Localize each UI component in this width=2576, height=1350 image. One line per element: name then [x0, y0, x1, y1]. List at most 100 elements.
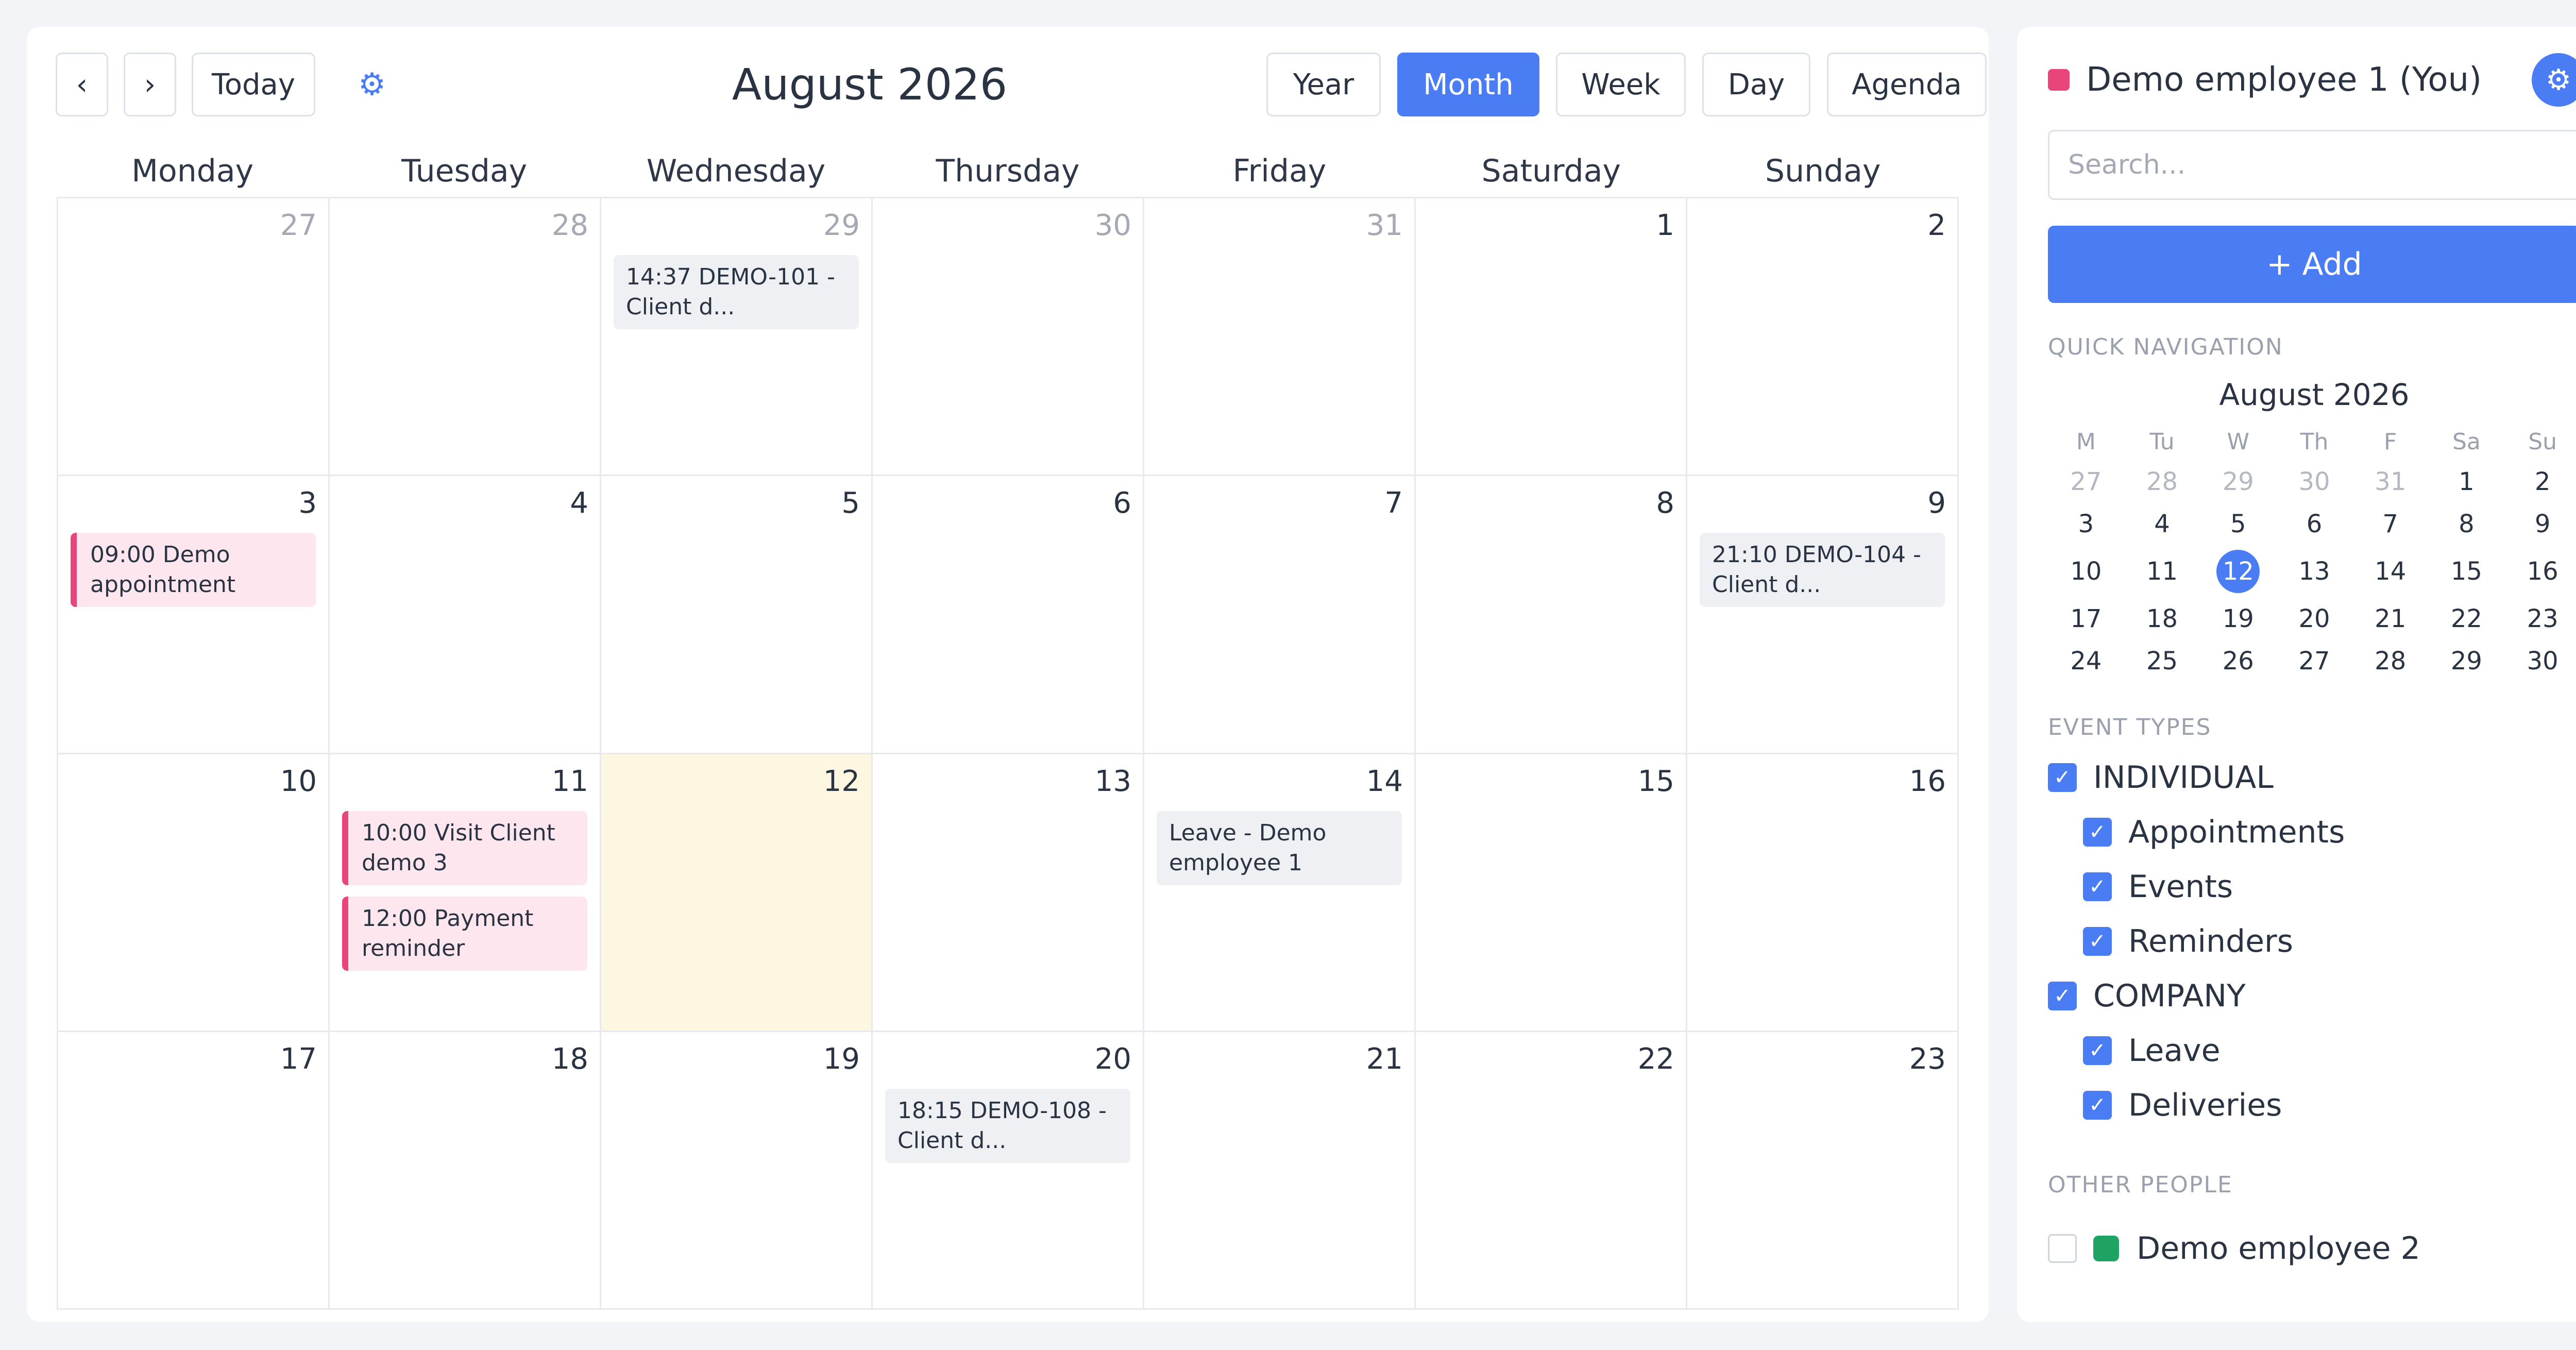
mini-day[interactable]: 20: [2276, 598, 2352, 640]
day-cell[interactable]: 19: [601, 1032, 873, 1310]
calendar-event[interactable]: 10:00 Visit Client demo 3: [342, 811, 587, 885]
day-cell[interactable]: 17: [58, 1032, 330, 1310]
view-year-button[interactable]: Year: [1266, 53, 1381, 116]
mini-day[interactable]: 4: [2124, 503, 2200, 545]
mini-day[interactable]: 30: [2504, 640, 2576, 682]
day-cell[interactable]: 29 14:37 DEMO-101 - Client d...: [601, 198, 873, 477]
mini-day[interactable]: 23: [2504, 598, 2576, 640]
day-cell[interactable]: 21: [1144, 1032, 1416, 1310]
mini-day[interactable]: 29: [2200, 461, 2276, 503]
mini-day[interactable]: 27: [2276, 640, 2352, 682]
calendar-event[interactable]: 21:10 DEMO-104 - Client d...: [1700, 533, 1945, 608]
calendar-event[interactable]: 14:37 DEMO-101 - Client d...: [614, 255, 859, 329]
day-cell[interactable]: 22: [1416, 1032, 1687, 1310]
mini-day[interactable]: 27: [2048, 461, 2124, 503]
day-cell[interactable]: 31: [1144, 198, 1416, 477]
mini-day[interactable]: 30: [2276, 461, 2352, 503]
mini-day[interactable]: 19: [2200, 598, 2276, 640]
mini-day[interactable]: 14: [2352, 545, 2429, 598]
day-cell[interactable]: 10: [58, 754, 330, 1032]
mini-day-selected[interactable]: 12: [2200, 545, 2276, 598]
mini-day[interactable]: 22: [2429, 598, 2505, 640]
mini-day[interactable]: 16: [2504, 545, 2576, 598]
day-cell[interactable]: 5: [601, 476, 873, 754]
today-button[interactable]: Today: [192, 53, 315, 116]
gear-icon[interactable]: ⚙: [353, 66, 391, 103]
mini-day[interactable]: 3: [2048, 503, 2124, 545]
day-cell[interactable]: 1: [1416, 198, 1687, 477]
mini-day[interactable]: 15: [2429, 545, 2505, 598]
view-agenda-button[interactable]: Agenda: [1827, 53, 1987, 116]
event-type-row[interactable]: ✓ Reminders: [2083, 918, 2293, 965]
search-input[interactable]: [2048, 130, 2576, 200]
checkbox[interactable]: ✓: [2083, 872, 2112, 901]
day-cell[interactable]: 15: [1416, 754, 1687, 1032]
day-cell[interactable]: 2: [1687, 198, 1959, 477]
calendar-event[interactable]: Leave - Demo employee 1: [1157, 811, 1402, 885]
day-cell[interactable]: 30: [873, 198, 1144, 477]
mini-day[interactable]: 21: [2352, 598, 2429, 640]
mini-day[interactable]: 11: [2124, 545, 2200, 598]
day-cell[interactable]: 4: [330, 476, 601, 754]
day-cell[interactable]: 13: [873, 754, 1144, 1032]
day-cell[interactable]: 23: [1687, 1032, 1959, 1310]
day-cell[interactable]: 11 10:00 Visit Client demo 3 12:00 Payment…: [330, 754, 601, 1032]
view-month-button[interactable]: Month: [1397, 53, 1539, 116]
day-cell[interactable]: 12: [601, 754, 873, 1032]
mini-day[interactable]: 7: [2352, 503, 2429, 545]
mini-day[interactable]: 13: [2276, 545, 2352, 598]
calendar-event[interactable]: 12:00 Payment reminder: [342, 896, 587, 971]
checkbox[interactable]: ✓: [2083, 927, 2112, 956]
mini-day[interactable]: 28: [2124, 461, 2200, 503]
checkbox[interactable]: ✓: [2048, 763, 2077, 792]
day-cell[interactable]: 18: [330, 1032, 601, 1310]
mini-day[interactable]: 28: [2352, 640, 2429, 682]
mini-day[interactable]: 26: [2200, 640, 2276, 682]
event-type-row[interactable]: ✓ Leave: [2083, 1027, 2220, 1074]
mini-day[interactable]: 25: [2124, 640, 2200, 682]
calendar-event[interactable]: 18:15 DEMO-108 - Client d...: [885, 1088, 1130, 1163]
event-type-row[interactable]: ✓ INDIVIDUAL: [2048, 754, 2274, 801]
day-cell[interactable]: 16: [1687, 754, 1959, 1032]
day-number: 20: [1094, 1042, 1131, 1076]
checkbox[interactable]: ✓: [2048, 982, 2077, 1010]
calendar-event[interactable]: 09:00 Demo appointment: [71, 533, 316, 608]
checkbox[interactable]: ✓: [2083, 1091, 2112, 1120]
day-cell[interactable]: 3 09:00 Demo appointment: [58, 476, 330, 754]
event-type-row[interactable]: ✓ Deliveries: [2083, 1082, 2282, 1128]
event-type-row[interactable]: ✓ COMPANY: [2048, 973, 2246, 1019]
mini-day[interactable]: 6: [2276, 503, 2352, 545]
checkbox[interactable]: [2048, 1234, 2077, 1263]
mini-day[interactable]: 29: [2429, 640, 2505, 682]
prev-button[interactable]: ‹: [56, 53, 108, 116]
view-week-button[interactable]: Week: [1556, 53, 1686, 116]
day-cell[interactable]: 8: [1416, 476, 1687, 754]
day-cell[interactable]: 6: [873, 476, 1144, 754]
day-cell[interactable]: 9 21:10 DEMO-104 - Client d...: [1687, 476, 1959, 754]
mini-day[interactable]: 1: [2429, 461, 2505, 503]
day-number: 29: [823, 209, 860, 242]
mini-day[interactable]: 5: [2200, 503, 2276, 545]
mini-day[interactable]: 2: [2504, 461, 2576, 503]
event-type-row[interactable]: ✓ Appointments: [2083, 809, 2345, 855]
mini-day[interactable]: 9: [2504, 503, 2576, 545]
day-cell[interactable]: 14 Leave - Demo employee 1: [1144, 754, 1416, 1032]
day-cell[interactable]: 7: [1144, 476, 1416, 754]
mini-day[interactable]: 31: [2352, 461, 2429, 503]
view-day-button[interactable]: Day: [1702, 53, 1810, 116]
next-button[interactable]: ›: [124, 53, 176, 116]
checkbox[interactable]: ✓: [2083, 818, 2112, 847]
mini-day[interactable]: 18: [2124, 598, 2200, 640]
mini-day[interactable]: 8: [2429, 503, 2505, 545]
gear-icon[interactable]: ⚙: [2532, 53, 2576, 107]
day-cell[interactable]: 28: [330, 198, 601, 477]
mini-day[interactable]: 10: [2048, 545, 2124, 598]
day-cell[interactable]: 20 18:15 DEMO-108 - Client d...: [873, 1032, 1144, 1310]
mini-day[interactable]: 17: [2048, 598, 2124, 640]
mini-day[interactable]: 24: [2048, 640, 2124, 682]
add-button[interactable]: + Add: [2048, 226, 2576, 303]
checkbox[interactable]: ✓: [2083, 1036, 2112, 1065]
other-person-row[interactable]: Demo employee 2: [2048, 1225, 2420, 1272]
day-cell[interactable]: 27: [58, 198, 330, 477]
event-type-row[interactable]: ✓ Events: [2083, 864, 2233, 910]
